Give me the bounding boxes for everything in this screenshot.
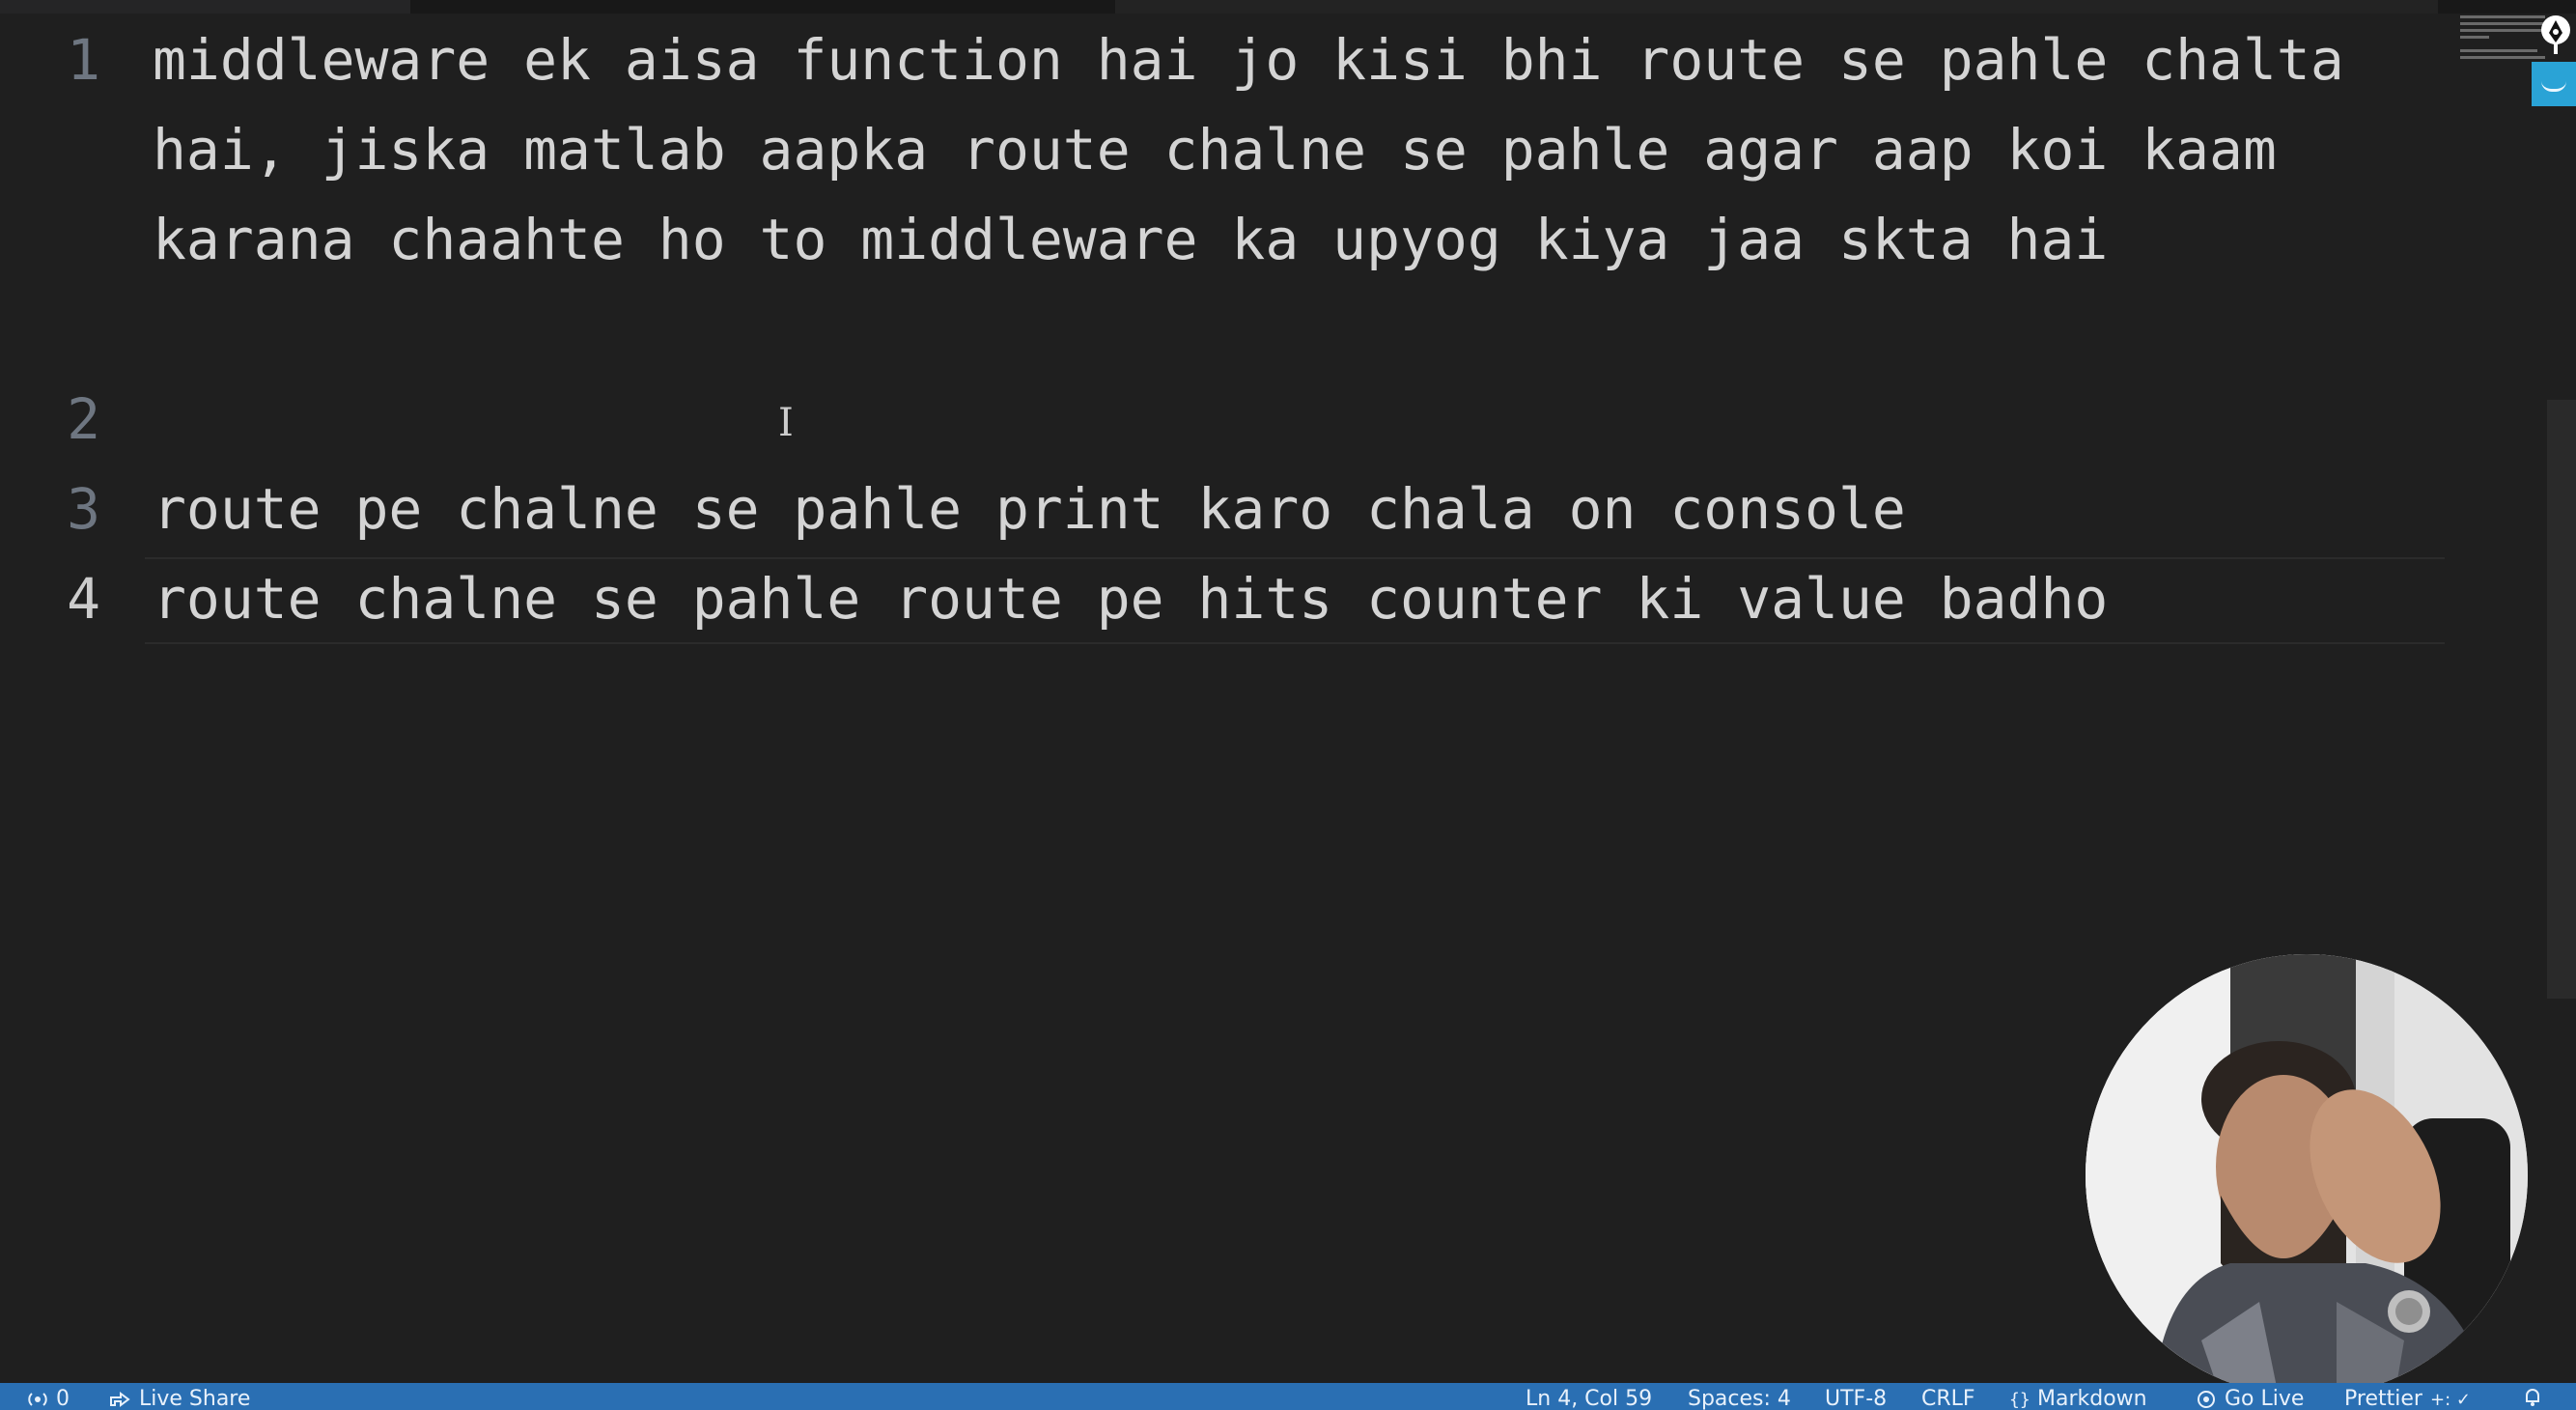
pen-icon[interactable] (2539, 14, 2572, 56)
language-mode-status[interactable]: {} Markdown (2008, 1386, 2147, 1410)
go-live-icon (2198, 1391, 2215, 1408)
live-share-icon (110, 1392, 130, 1407)
editor-tab[interactable] (0, 0, 410, 14)
vscode-window: 1 middleware ek aisa function hai jo kis… (0, 0, 2576, 1410)
tab-bar-fill (1115, 0, 2438, 14)
cursor-position-label: Ln 4, Col 59 (1526, 1387, 1653, 1410)
editor-line-2[interactable]: 2 (0, 373, 2443, 463)
status-bar: 0 Live Share Ln 4, Col 59 Spaces: 4 UTF-… (0, 1383, 2576, 1410)
line-number: 2 (67, 386, 100, 452)
svg-text:+: ✓: +: ✓ (2430, 1390, 2469, 1410)
indentation-status[interactable]: Spaces: 4 (1688, 1386, 1791, 1410)
encoding-label: UTF-8 (1825, 1387, 1888, 1410)
go-live-button[interactable]: Go Live (2196, 1386, 2304, 1410)
tab-bar (0, 0, 2576, 14)
line-text[interactable]: middleware ek aisa function hai jo kisi … (153, 15, 2431, 285)
ports-count: 0 (56, 1387, 70, 1410)
prettier-label: Prettier (2344, 1387, 2422, 1410)
line-number: 4 (67, 566, 100, 632)
line-text[interactable]: route pe chalne se pahle print karo chal… (153, 465, 2431, 554)
webcam-overlay (2086, 954, 2528, 1396)
presenter-video-image (2086, 954, 2528, 1396)
editor-line-4[interactable]: 4 route chalne se pahle route pe hits co… (0, 552, 2443, 642)
scroll-position-marker[interactable] (2532, 62, 2576, 106)
line-ending-status[interactable]: CRLF (1921, 1386, 1975, 1410)
go-live-label: Go Live (2225, 1387, 2305, 1410)
prettier-status[interactable]: Prettier +: ✓ (2344, 1386, 2469, 1410)
notifications-button[interactable] (2522, 1386, 2543, 1407)
cursor-position-status[interactable]: Ln 4, Col 59 (1526, 1386, 1652, 1410)
editor-line-3[interactable]: 3 route pe chalne se pahle print karo ch… (0, 463, 2443, 552)
vertical-scrollbar[interactable] (2547, 400, 2576, 999)
live-share-button[interactable]: Live Share (108, 1386, 250, 1410)
encoding-status[interactable]: UTF-8 (1825, 1386, 1887, 1410)
editor-line-1[interactable]: 1 middleware ek aisa function hai jo kis… (0, 14, 2443, 373)
line-number: 3 (67, 476, 100, 542)
live-share-label: Live Share (139, 1387, 251, 1410)
language-label: Markdown (2037, 1387, 2147, 1410)
line-ending-label: CRLF (1921, 1387, 1975, 1410)
text-cursor-icon: I (778, 401, 794, 445)
bell-icon (2526, 1389, 2539, 1406)
line-number: 1 (67, 27, 100, 93)
broadcast-icon (28, 1393, 47, 1406)
check-icon: +: ✓ (2430, 1390, 2469, 1410)
indentation-label: Spaces: 4 (1688, 1387, 1791, 1410)
svg-text:{}: {} (2009, 1390, 2030, 1410)
line-text[interactable]: route chalne se pahle route pe hits coun… (153, 554, 2431, 644)
ports-status[interactable]: 0 (27, 1386, 70, 1410)
braces-icon: {} (2009, 1390, 2030, 1410)
